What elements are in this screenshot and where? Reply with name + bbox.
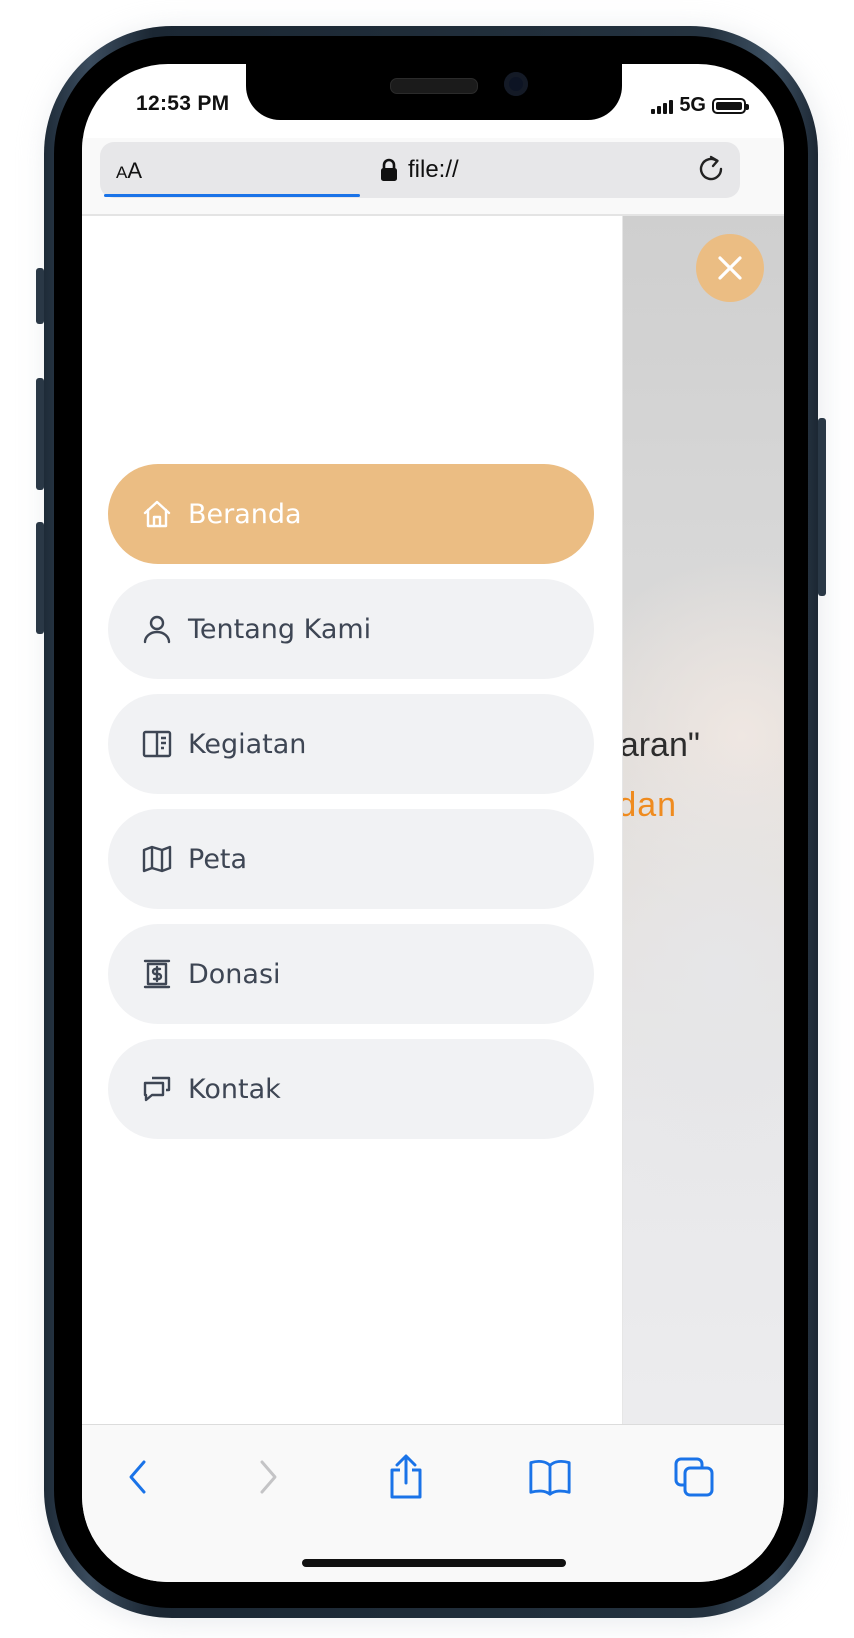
reload-icon[interactable]: [694, 152, 728, 186]
nav-drawer: Beranda Tentang Kami Kegiatan Peta Donas…: [82, 216, 622, 1424]
chat-icon: [142, 1074, 172, 1104]
load-progress-bar: [104, 194, 360, 197]
signal-icon: [651, 98, 674, 114]
nav-item-kegiatan[interactable]: Kegiatan: [108, 694, 594, 794]
nav-item-label: Beranda: [188, 498, 302, 530]
address-bar[interactable]: AA file://: [100, 142, 740, 198]
url-text: file://: [408, 156, 459, 183]
share-button[interactable]: [384, 1454, 428, 1499]
tabs-icon: [674, 1457, 714, 1497]
nav-item-peta[interactable]: Peta: [108, 809, 594, 909]
nav-item-donasi[interactable]: Donasi: [108, 924, 594, 1024]
book-layout-icon: [142, 729, 172, 759]
phone-screen: 12:53 PM 5G AA file:// aharan" n dan Ber…: [82, 64, 784, 1582]
text-size-button[interactable]: AA: [116, 158, 142, 184]
lock-icon: [381, 158, 397, 181]
network-label: 5G: [679, 94, 706, 116]
home-icon: [142, 499, 172, 529]
nav-item-label: Peta: [188, 843, 248, 875]
front-camera: [504, 72, 528, 96]
user-icon: [142, 614, 172, 644]
book-icon: [529, 1460, 571, 1496]
receipt-dollar-icon: [142, 959, 172, 989]
speaker-grille: [390, 78, 478, 94]
forward-button[interactable]: [246, 1455, 290, 1499]
nav-item-label: Donasi: [188, 958, 281, 990]
nav-item-tentang-kami[interactable]: Tentang Kami: [108, 579, 594, 679]
battery-icon: [712, 97, 749, 114]
back-button[interactable]: [116, 1455, 160, 1499]
map-icon: [142, 844, 172, 874]
web-content: aharan" n dan Beranda Tentang Kami Kegia…: [82, 216, 784, 1424]
volume-down-button: [36, 522, 44, 634]
nav-item-label: Kontak: [188, 1073, 281, 1105]
url-display[interactable]: file://: [380, 156, 459, 184]
share-icon: [390, 1454, 422, 1499]
status-indicators: 5G: [651, 94, 749, 117]
home-indicator: [302, 1559, 566, 1567]
tabs-button[interactable]: [672, 1455, 716, 1499]
status-time: 12:53 PM: [136, 92, 230, 115]
mute-switch: [36, 268, 44, 324]
volume-up-button: [36, 378, 44, 490]
chevron-right-icon: [260, 1460, 277, 1494]
close-menu-button[interactable]: [696, 234, 764, 302]
address-bar-area: AA file://: [82, 138, 784, 216]
nav-item-label: Kegiatan: [188, 728, 307, 760]
nav-item-beranda[interactable]: Beranda: [108, 464, 594, 564]
nav-menu: Beranda Tentang Kami Kegiatan Peta Donas…: [108, 464, 594, 1154]
close-icon: [718, 256, 742, 280]
bookmarks-button[interactable]: [528, 1455, 572, 1499]
power-button: [818, 418, 826, 596]
chevron-left-icon: [129, 1460, 146, 1494]
notch: [246, 64, 622, 120]
nav-item-kontak[interactable]: Kontak: [108, 1039, 594, 1139]
nav-item-label: Tentang Kami: [188, 613, 372, 645]
browser-toolbar: [82, 1424, 784, 1582]
